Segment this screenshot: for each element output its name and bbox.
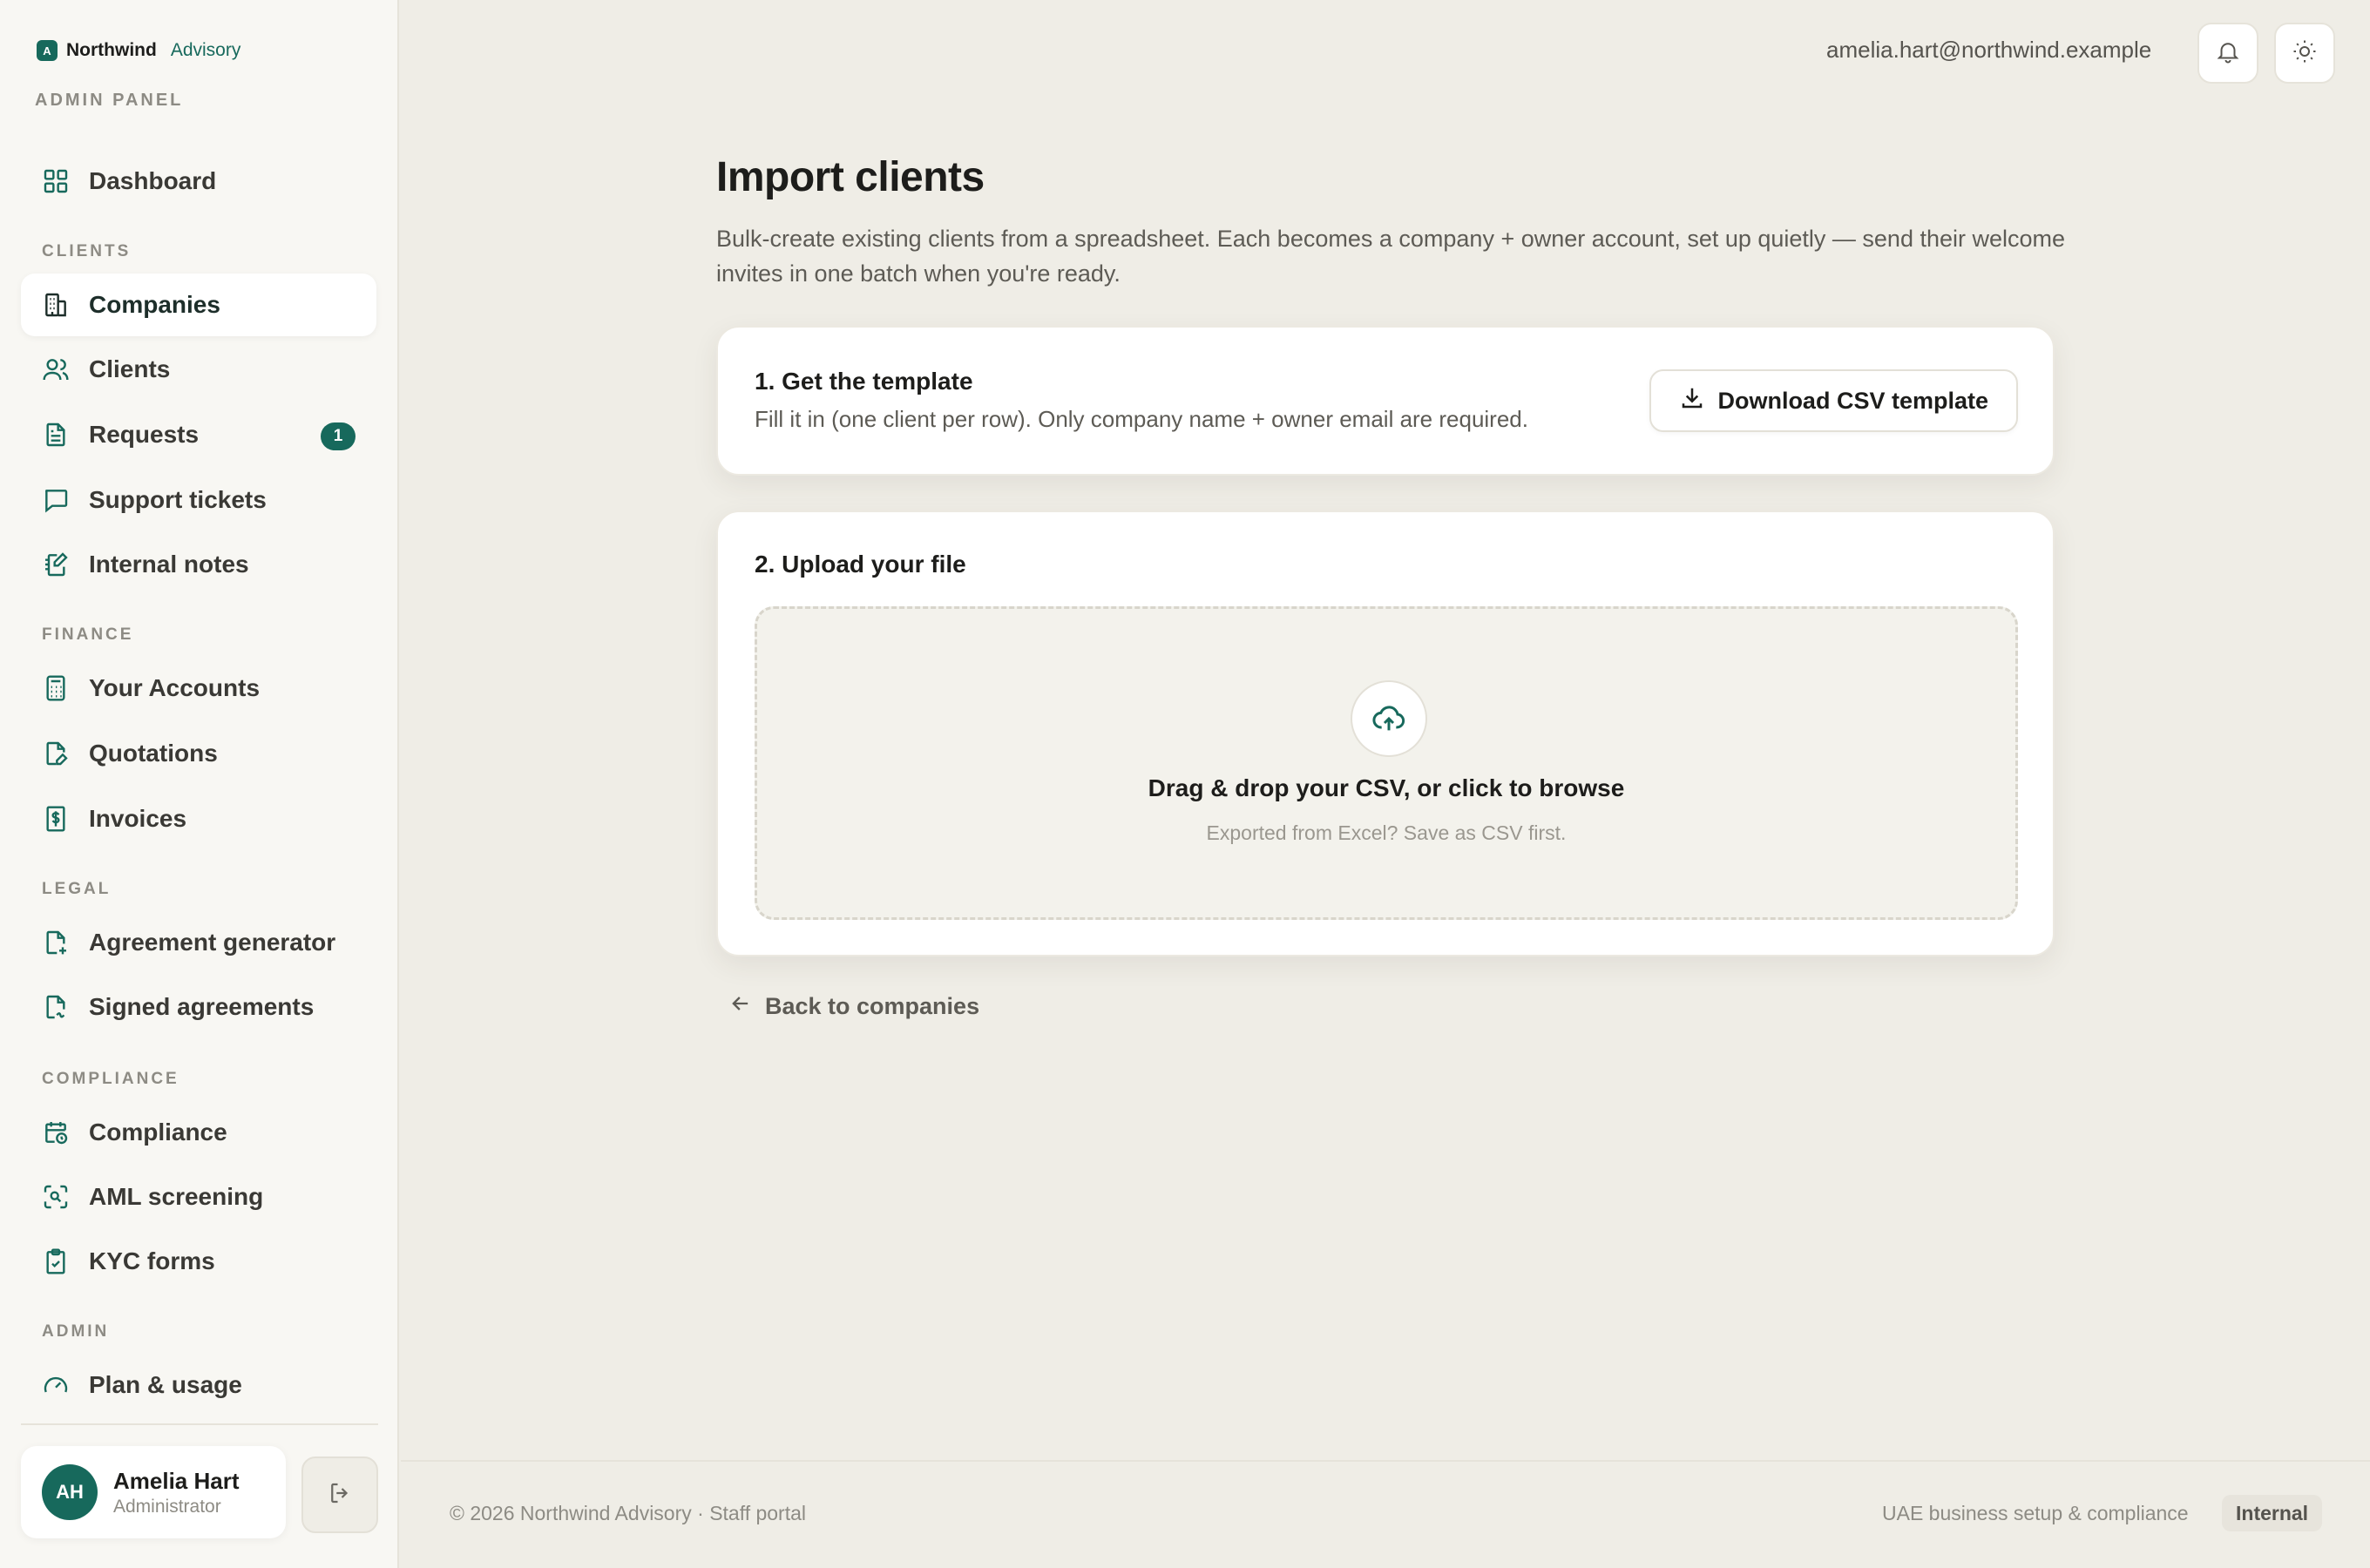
file-pen-icon [42, 740, 70, 767]
users-icon [42, 355, 70, 383]
brand[interactable]: A Northwind Advisory [37, 40, 240, 61]
section-legal: LEGAL [42, 880, 112, 898]
template-card-subtitle: Fill it in (one client per row). Only co… [755, 406, 1528, 432]
calendar-clock-icon [42, 1119, 70, 1146]
theme-toggle-button[interactable] [2274, 23, 2335, 84]
back-to-companies-label: Back to companies [765, 993, 980, 1019]
dropzone-title: Drag & drop your CSV, or click to browse [1148, 774, 1625, 801]
section-finance: FINANCE [42, 625, 134, 644]
panel-label: ADMIN PANEL [35, 91, 184, 110]
sidebar-item-label: Companies [89, 291, 220, 318]
sidebar-item-companies[interactable]: Companies [21, 274, 376, 336]
footer-divider [401, 1460, 2370, 1462]
template-card: 1. Get the template Fill it in (one clie… [716, 326, 2055, 476]
template-card-title: 1. Get the template [755, 368, 973, 395]
sidebar-item-label: AML screening [89, 1183, 264, 1210]
back-to-companies-link[interactable]: Back to companies [716, 991, 979, 1022]
download-icon [1679, 385, 1705, 417]
bell-icon [2215, 38, 2241, 69]
scan-search-icon [42, 1183, 70, 1211]
sidebar-item-label: Agreement generator [89, 929, 336, 956]
csv-dropzone[interactable]: Drag & drop your CSV, or click to browse… [755, 606, 2018, 920]
file-signature-icon [42, 993, 70, 1021]
sidebar-item-label: Support tickets [89, 486, 267, 513]
sidebar-item-agreement-generator[interactable]: Agreement generator [21, 911, 376, 974]
avatar: AH [42, 1464, 98, 1520]
download-csv-template-label: Download CSV template [1717, 387, 1988, 414]
clipboard-check-icon [42, 1247, 70, 1275]
requests-count-badge: 1 [321, 422, 356, 450]
building-icon [42, 291, 70, 319]
calculator-icon [42, 674, 70, 702]
page-title: Import clients [716, 154, 985, 200]
sidebar-item-signed-agreements[interactable]: Signed agreements [21, 976, 376, 1038]
sidebar-item-internal-notes[interactable]: Internal notes [21, 533, 376, 596]
sidebar-item-label: Requests [89, 421, 200, 448]
sidebar-item-your-accounts[interactable]: Your Accounts [21, 657, 376, 720]
dashboard-grid-icon [42, 167, 70, 195]
sidebar-item-clients[interactable]: Clients [21, 338, 376, 401]
user-role: Administrator [113, 1496, 221, 1517]
sun-icon [2292, 38, 2318, 69]
sidebar-item-quotations[interactable]: Quotations [21, 722, 376, 785]
user-name: Amelia Hart [113, 1467, 240, 1494]
gauge-icon [42, 1371, 70, 1399]
brand-name: Northwind [66, 40, 157, 60]
sidebar: A Northwind Advisory ADMIN PANEL Dashboa… [0, 0, 399, 1568]
upload-card-title: 2. Upload your file [755, 551, 966, 578]
sidebar-item-label: Plan & usage [89, 1371, 242, 1398]
user-card[interactable]: AH Amelia Hart Administrator [21, 1446, 286, 1538]
sidebar-item-compliance[interactable]: Compliance [21, 1101, 376, 1164]
brand-logo: A [37, 40, 58, 61]
file-plus-icon [42, 929, 70, 956]
sidebar-item-label: Internal notes [89, 551, 249, 578]
logout-button[interactable] [301, 1456, 378, 1533]
logout-icon [327, 1480, 353, 1511]
chat-icon [42, 486, 70, 514]
sidebar-item-label: KYC forms [89, 1247, 215, 1274]
sidebar-item-label: Signed agreements [89, 993, 315, 1020]
receipt-dollar-icon [42, 805, 70, 833]
sidebar-divider [21, 1423, 378, 1425]
section-compliance: COMPLIANCE [42, 1070, 179, 1088]
section-clients: CLIENTS [42, 242, 132, 260]
sidebar-item-label: Quotations [89, 740, 218, 767]
sidebar-item-plan-usage[interactable]: Plan & usage [21, 1354, 376, 1416]
brand-sub: Advisory [170, 40, 241, 60]
internal-badge: Internal [2222, 1495, 2323, 1531]
sidebar-item-support-tickets[interactable]: Support tickets [21, 469, 376, 531]
user-meta: Amelia Hart Administrator [113, 1468, 240, 1517]
sidebar-item-label: Dashboard [89, 167, 217, 194]
notifications-button[interactable] [2197, 23, 2258, 84]
arrow-left-icon [728, 991, 753, 1022]
footer-tagline: UAE business setup & compliance [1882, 1502, 2189, 1524]
sidebar-item-label: Compliance [89, 1119, 227, 1146]
sidebar-item-label: Clients [89, 355, 171, 382]
document-icon [42, 421, 70, 449]
section-admin: ADMIN [42, 1322, 110, 1341]
sidebar-item-aml-screening[interactable]: AML screening [21, 1166, 376, 1228]
page-description: Bulk-create existing clients from a spre… [716, 226, 2066, 287]
current-user-email: amelia.hart@northwind.example [1826, 37, 2152, 63]
footer-copyright: © 2026 Northwind Advisory · Staff portal [450, 1502, 807, 1524]
sidebar-item-dashboard[interactable]: Dashboard [21, 150, 376, 213]
download-csv-template-button[interactable]: Download CSV template [1649, 369, 2018, 432]
dropzone-hint: Exported from Excel? Save as CSV first. [1206, 821, 1567, 844]
sidebar-item-invoices[interactable]: Invoices [21, 787, 376, 850]
sidebar-item-label: Your Accounts [89, 674, 261, 701]
sidebar-item-requests[interactable]: Requests 1 [21, 403, 376, 466]
upload-card: 2. Upload your file Drag & drop your CSV… [716, 510, 2055, 956]
notebook-pen-icon [42, 551, 70, 578]
upload-cloud-icon [1351, 680, 1427, 757]
sidebar-item-kyc-forms[interactable]: KYC forms [21, 1230, 376, 1293]
sidebar-item-label: Invoices [89, 805, 187, 832]
